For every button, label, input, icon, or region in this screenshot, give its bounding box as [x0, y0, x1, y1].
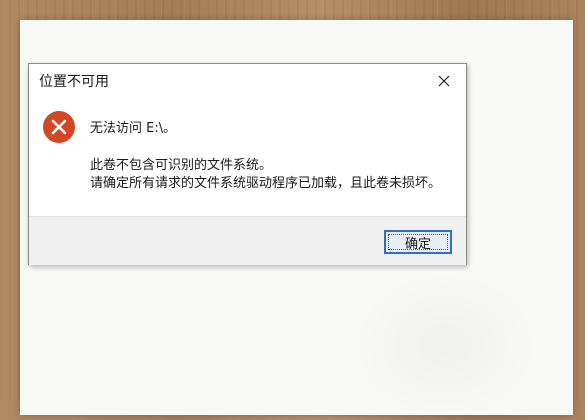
error-dialog: 位置不可用 无法访问 E:\。 此卷不包含可识别的文件系统。 请确定所有请求的文…: [28, 63, 467, 265]
error-message: 无法访问 E:\。: [90, 121, 177, 136]
error-icon: [43, 111, 75, 143]
dialog-title: 位置不可用: [39, 74, 109, 90]
error-detail-line: 此卷不包含可识别的文件系统。: [90, 158, 273, 173]
ok-button[interactable]: 确定: [384, 230, 452, 254]
dialog-titlebar[interactable]: 位置不可用: [29, 64, 466, 97]
close-button[interactable]: [422, 64, 466, 97]
dialog-content: 无法访问 E:\。 此卷不包含可识别的文件系统。 请确定所有请求的文件系统驱动程…: [29, 97, 466, 216]
error-detail-line: 请确定所有请求的文件系统驱动程序已加载，且此卷未损坏。: [90, 176, 442, 191]
dialog-footer: 确定: [29, 216, 466, 265]
close-icon: [438, 75, 450, 86]
